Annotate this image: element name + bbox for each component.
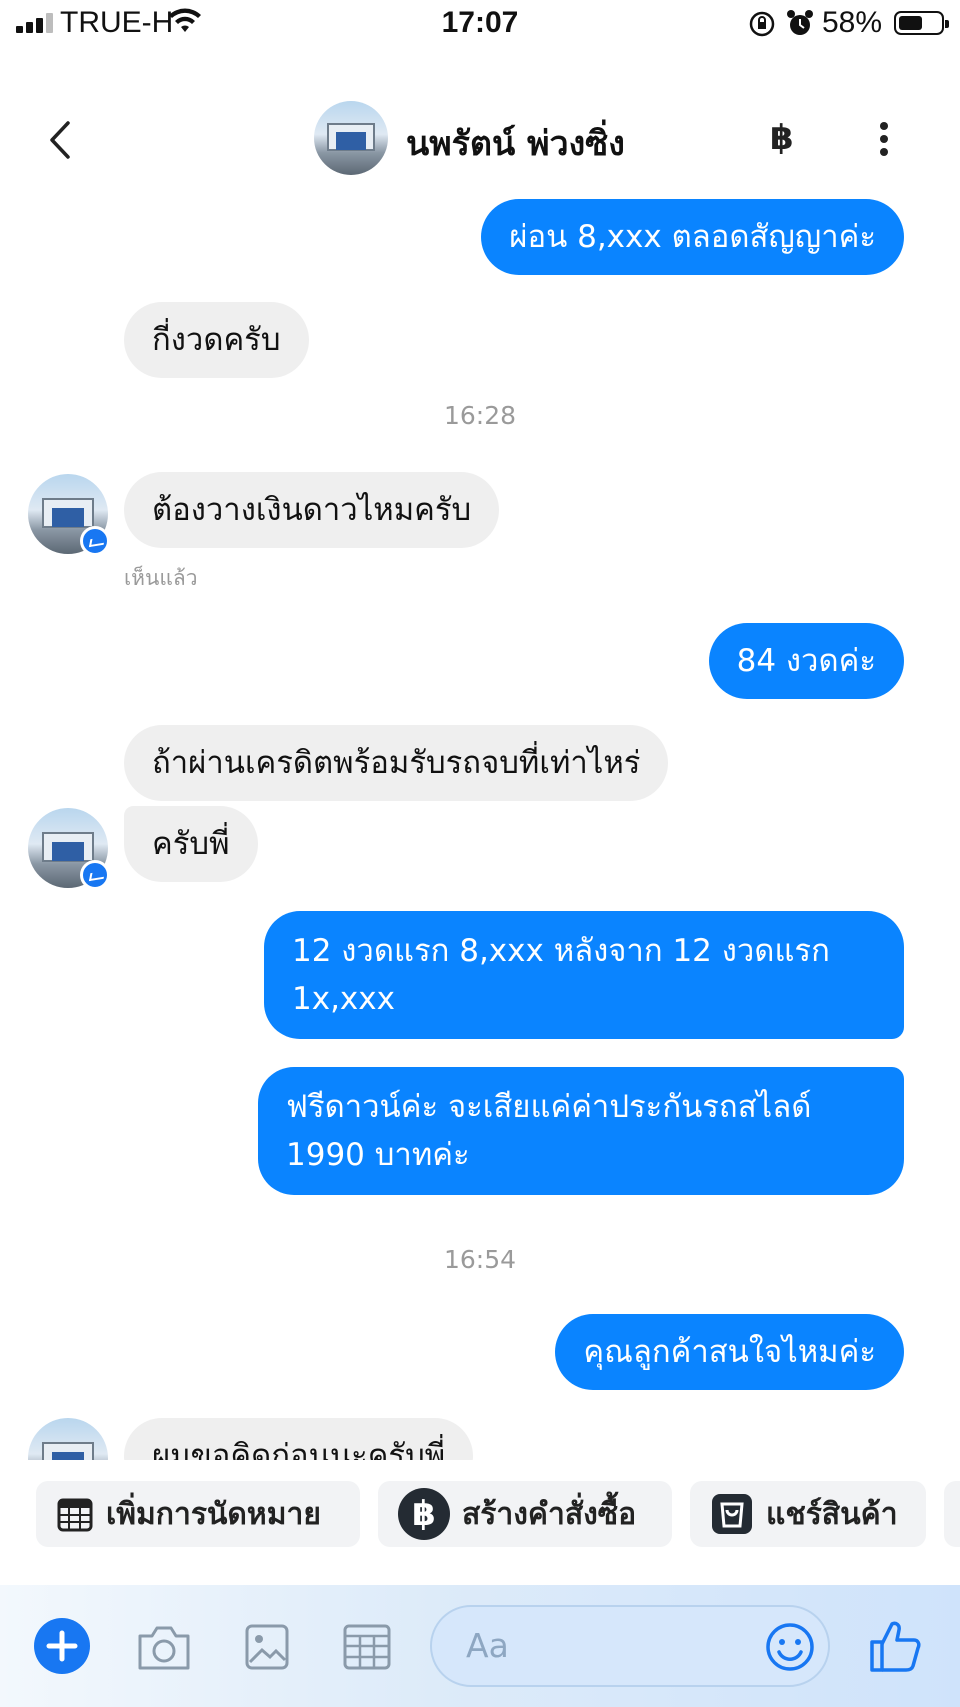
clipped-message-area: ผมขอคิดก่อนนะครับพี่: [0, 1410, 960, 1460]
message-incoming[interactable]: ถ้าผ่านเครดิตพร้อมรับรถจบที่เท่าไหร่: [124, 725, 669, 801]
clock: 17:07: [441, 6, 519, 39]
calendar-icon: [56, 1495, 94, 1533]
message-line: ฟรีดาวน์ค่ะ จะเสียแค่ค่าประกันรถสไลด์: [286, 1089, 812, 1125]
messenger-badge-icon: [80, 526, 110, 556]
timestamp: 16:54: [443, 1245, 517, 1274]
message-outgoing-multiline[interactable]: 12 งวดแรก 8,xxx หลังจาก 12 งวดแรก 1x,xxx: [264, 911, 904, 1039]
message-incoming[interactable]: ต้องวางเงินดาวไหมครับ: [124, 472, 500, 548]
back-button[interactable]: [40, 115, 90, 165]
battery-icon: [894, 11, 949, 35]
contact-avatar[interactable]: [314, 101, 388, 175]
add-appointment-label: เพิ่มการนัดหมาย: [106, 1496, 321, 1532]
message-incoming[interactable]: ครับพี่: [124, 806, 258, 882]
more-options-button[interactable]: [874, 118, 894, 164]
plus-icon: [46, 1630, 78, 1662]
emoji-icon[interactable]: [764, 1621, 816, 1673]
baht-icon: ฿: [398, 1488, 450, 1540]
message-outgoing[interactable]: 84 งวดค่ะ: [708, 623, 904, 699]
rotation-lock-icon: [749, 11, 775, 37]
message-input-placeholder: Aa: [466, 1626, 509, 1665]
message-line: 1x,xxx: [292, 981, 395, 1017]
baht-button[interactable]: ฿: [770, 118, 794, 158]
share-product-label: แชร์สินค้า: [766, 1496, 898, 1532]
seen-indicator: เห็นแล้ว: [124, 566, 198, 590]
message-incoming[interactable]: กี่งวดครับ: [124, 302, 309, 378]
table-icon[interactable]: [342, 1622, 392, 1672]
vertical-dots-icon: [880, 122, 888, 156]
next-chip-edge: [944, 1481, 960, 1547]
message-line: 12 งวดแรก 8,xxx หลังจาก 12 งวดแรก: [292, 933, 830, 969]
shopping-bag-icon: [710, 1492, 754, 1536]
timestamp: 16:28: [443, 401, 517, 430]
add-appointment-button[interactable]: เพิ่มการนัดหมาย: [36, 1481, 360, 1547]
image-icon[interactable]: [244, 1622, 290, 1672]
message-line: 1990 บาทค่ะ: [286, 1137, 470, 1173]
status-bar: TRUE-H 17:07 58%: [0, 0, 960, 50]
create-order-button[interactable]: ฿ สร้างคำสั่งซื้อ: [378, 1481, 672, 1547]
message-incoming[interactable]: ผมขอคิดก่อนนะครับพี่: [124, 1418, 474, 1460]
battery-percent: 58%: [822, 6, 883, 39]
message-outgoing[interactable]: ผ่อน 8,xxx ตลอดสัญญาค่ะ: [481, 199, 904, 275]
plus-button[interactable]: [34, 1618, 90, 1674]
chevron-left-icon: [50, 121, 70, 159]
message-outgoing[interactable]: คุณลูกค้าสนใจไหมค่ะ: [555, 1314, 904, 1390]
share-product-button[interactable]: แชร์สินค้า: [690, 1481, 926, 1547]
messenger-badge-icon: [80, 860, 110, 890]
create-order-label: สร้างคำสั่งซื้อ: [462, 1496, 637, 1532]
contact-name[interactable]: นพรัตน์ พ่วงซิ่ง: [406, 116, 625, 170]
thumbs-up-icon[interactable]: [868, 1618, 922, 1674]
alarm-icon: [787, 10, 813, 35]
camera-icon[interactable]: [136, 1622, 192, 1672]
sender-avatar: [28, 1418, 108, 1460]
message-outgoing-multiline[interactable]: ฟรีดาวน์ค่ะ จะเสียแค่ค่าประกันรถสไลด์ 19…: [258, 1067, 904, 1195]
